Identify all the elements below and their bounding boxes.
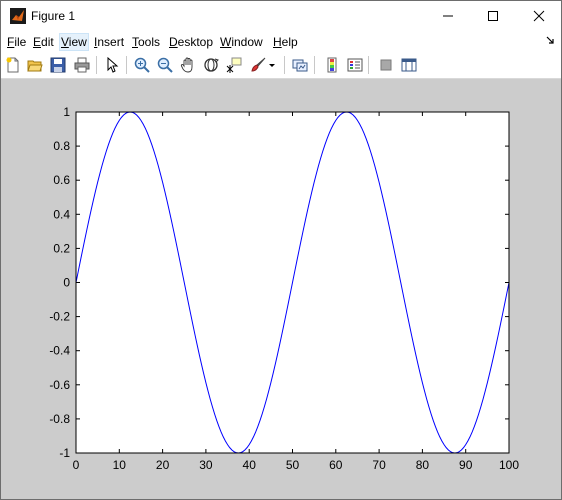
zoom-out-button[interactable]	[155, 55, 175, 75]
rotate-3d-icon	[204, 58, 219, 72]
brush-dropdown-button[interactable]	[266, 55, 278, 75]
x-tick-label: 70	[372, 458, 386, 472]
menu-view[interactable]: View	[59, 33, 89, 51]
matlab-logo-icon	[10, 8, 26, 24]
brush-icon	[251, 57, 266, 72]
menu-edit-accel: E	[33, 35, 42, 49]
x-tick-label: 60	[329, 458, 343, 472]
close-button[interactable]	[516, 1, 561, 31]
pan-button[interactable]	[178, 55, 198, 75]
chevron-down-icon	[269, 64, 275, 67]
menu-window-label: indow	[231, 35, 263, 49]
menu-desktop-label: esktop	[177, 35, 214, 49]
colorbar-button[interactable]	[322, 55, 342, 75]
data-cursor-button[interactable]	[224, 55, 244, 75]
window-title: Figure 1	[31, 9, 76, 23]
link-plot-icon	[292, 59, 308, 72]
toolbar-separator	[284, 56, 285, 74]
minimize-button[interactable]	[425, 1, 470, 31]
title-bar[interactable]: Figure 1	[1, 1, 561, 31]
pan-hand-icon	[180, 57, 193, 73]
x-tick-label: 50	[286, 458, 300, 472]
menu-insert[interactable]: Insert	[93, 34, 125, 50]
print-button[interactable]	[72, 55, 92, 75]
minimize-icon	[442, 15, 453, 17]
menu-view-label: iew	[68, 35, 87, 49]
figure-canvas: 0 10 20 30 40 50 60 70 80 90 100 1 0.8 0.6 0.4 0.2 0 -0.2…	[1, 79, 561, 499]
menu-view-accel: V	[61, 35, 69, 49]
save-icon	[50, 57, 66, 73]
legend-button[interactable]	[345, 55, 365, 75]
x-tick-label: 80	[416, 458, 430, 472]
menu-file-label: ile	[14, 35, 27, 49]
y-tick-label: 0.4	[53, 207, 70, 221]
brush-button[interactable]	[248, 55, 268, 75]
menu-help-accel: H	[273, 35, 282, 49]
maximize-button[interactable]	[470, 1, 515, 31]
show-plot-tools-button[interactable]	[399, 55, 419, 75]
select-button[interactable]	[102, 55, 122, 75]
menu-desktop-accel: D	[169, 35, 178, 49]
hide-plot-tools-icon	[380, 59, 392, 71]
zoom-in-icon	[134, 57, 150, 73]
select-arrow-icon	[107, 57, 119, 73]
open-file-icon	[27, 60, 43, 72]
y-tick-label: -0.2	[49, 310, 70, 324]
menu-bar: File Edit View Insert Tools Desktop Wind…	[1, 32, 561, 52]
new-figure-button[interactable]	[3, 55, 23, 75]
y-tick-label: -0.6	[49, 378, 70, 392]
x-tick-label: 90	[459, 458, 473, 472]
y-tick-label: 1	[63, 105, 70, 119]
toolbar-separator	[96, 56, 97, 74]
maximize-icon	[487, 11, 498, 21]
link-plot-button[interactable]	[290, 55, 310, 75]
dock-arrow-icon[interactable]	[546, 36, 555, 45]
menu-help[interactable]: Help	[272, 34, 299, 50]
x-tick-label: 20	[156, 458, 170, 472]
menu-edit[interactable]: Edit	[32, 34, 55, 50]
new-figure-icon	[6, 57, 19, 73]
y-tick-label: -1	[59, 446, 70, 460]
x-tick-label: 0	[73, 458, 80, 472]
figure-window: Figure 1 File Edit View Insert Tools Des…	[0, 0, 562, 500]
x-tick-label: 30	[199, 458, 213, 472]
rotate-3d-button[interactable]	[201, 55, 221, 75]
y-tick-label: -0.4	[49, 344, 70, 358]
menu-desktop[interactable]: Desktop	[168, 34, 214, 50]
menu-tools[interactable]: Tools	[131, 34, 161, 50]
menu-window[interactable]: Window	[219, 34, 264, 50]
show-plot-tools-icon	[401, 58, 417, 72]
hide-plot-tools-button[interactable]	[376, 55, 396, 75]
menu-insert-label: nsert	[97, 35, 125, 49]
menu-file[interactable]: File	[6, 34, 27, 50]
zoom-in-button[interactable]	[132, 55, 152, 75]
y-tick-label: 0	[63, 276, 70, 290]
y-tick-label: -0.8	[49, 412, 70, 426]
close-icon	[533, 10, 544, 22]
x-tick-label: 40	[243, 458, 257, 472]
x-tick-label: 10	[113, 458, 127, 472]
toolbar-separator	[126, 56, 127, 74]
y-tick-label: 0.6	[53, 173, 70, 187]
x-tick-label: 100	[499, 458, 519, 472]
toolbar-separator	[314, 56, 315, 74]
plot-svg[interactable]: 0 10 20 30 40 50 60 70 80 90 100 1 0.8 0.6 0.4 0.2 0 -0.2…	[1, 79, 561, 499]
save-button[interactable]	[48, 55, 68, 75]
toolbar-separator	[368, 56, 369, 74]
figure-toolbar	[1, 52, 561, 79]
menu-window-accel: W	[220, 35, 232, 49]
y-tick-label: 0.2	[53, 241, 70, 255]
legend-icon	[347, 58, 363, 72]
data-cursor-icon	[226, 57, 242, 73]
menu-help-label: elp	[281, 35, 298, 49]
menu-tools-label: ools	[138, 35, 161, 49]
menu-edit-label: dit	[41, 35, 54, 49]
y-tick-label: 0.8	[53, 139, 70, 153]
colorbar-icon	[327, 57, 337, 73]
open-file-button[interactable]	[25, 55, 45, 75]
zoom-out-icon	[157, 57, 173, 73]
print-icon	[74, 57, 90, 73]
